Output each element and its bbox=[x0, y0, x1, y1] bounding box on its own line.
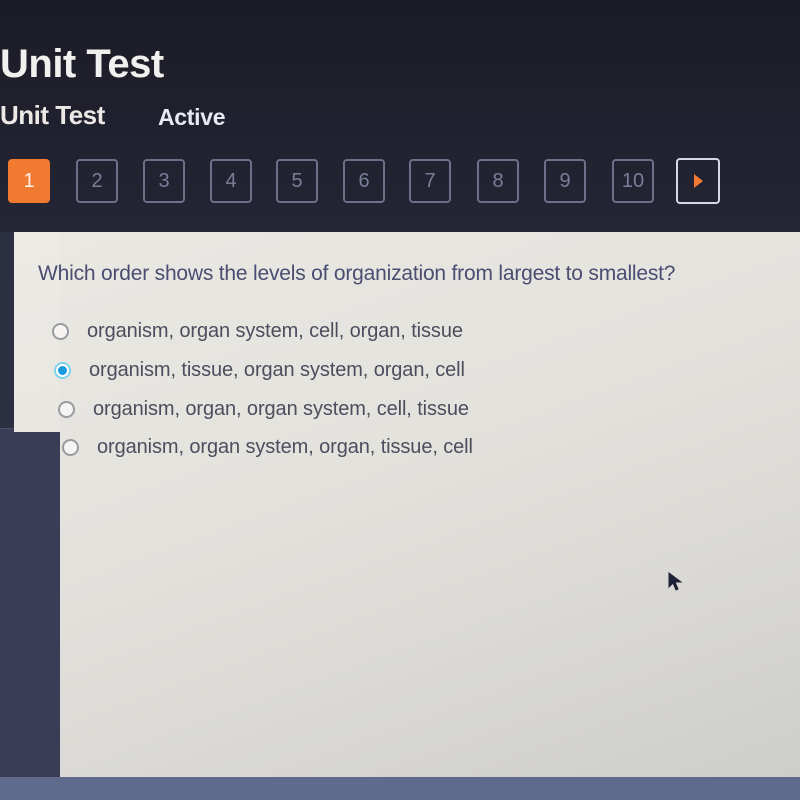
question-number: 3 bbox=[158, 169, 170, 192]
question-number: 6 bbox=[358, 169, 370, 192]
question-button-2[interactable]: 2 bbox=[76, 159, 118, 203]
next-question-button[interactable] bbox=[676, 158, 720, 204]
question-button-7[interactable]: 7 bbox=[409, 159, 451, 203]
activity-subtitle: Unit Test bbox=[0, 100, 105, 130]
question-button-9[interactable]: 9 bbox=[544, 159, 586, 203]
radio-button-unselected[interactable] bbox=[62, 439, 79, 456]
answer-option-3[interactable]: organism, organ, organ system, cell, tis… bbox=[58, 398, 469, 421]
question-number: 9 bbox=[559, 169, 571, 192]
play-arrow-icon bbox=[693, 174, 703, 188]
question-panel bbox=[60, 232, 800, 777]
question-button-10[interactable]: 10 bbox=[612, 159, 654, 203]
radio-button-unselected[interactable] bbox=[58, 401, 75, 418]
question-text: Which order shows the levels of organiza… bbox=[38, 262, 676, 285]
answer-option-label: organism, organ, organ system, cell, tis… bbox=[93, 398, 469, 420]
radio-button-selected[interactable] bbox=[54, 362, 71, 379]
question-button-3[interactable]: 3 bbox=[143, 159, 185, 203]
mouse-cursor-icon bbox=[668, 572, 683, 591]
bottom-bar bbox=[0, 777, 800, 800]
question-number: 4 bbox=[225, 169, 237, 192]
question-button-8[interactable]: 8 bbox=[477, 159, 519, 203]
status-label: Active bbox=[158, 104, 226, 130]
answer-option-label: organism, organ system, organ, tissue, c… bbox=[97, 436, 473, 458]
question-number: 2 bbox=[91, 169, 103, 192]
question-button-5[interactable]: 5 bbox=[276, 159, 318, 203]
question-button-4[interactable]: 4 bbox=[210, 159, 252, 203]
answer-option-label: organism, organ system, cell, organ, tis… bbox=[87, 320, 463, 342]
answer-option-2[interactable]: organism, tissue, organ system, organ, c… bbox=[54, 359, 465, 382]
question-button-1[interactable]: 1 bbox=[8, 159, 50, 203]
radio-button-unselected[interactable] bbox=[52, 323, 69, 340]
question-number: 1 bbox=[23, 169, 35, 192]
answer-option-label: organism, tissue, organ system, organ, c… bbox=[89, 359, 465, 381]
page-title: Unit Test bbox=[0, 42, 164, 86]
question-number: 8 bbox=[492, 169, 504, 192]
question-number: 7 bbox=[424, 169, 436, 192]
question-button-6[interactable]: 6 bbox=[343, 159, 385, 203]
question-number: 5 bbox=[291, 169, 303, 192]
question-number: 10 bbox=[621, 169, 645, 192]
answer-option-4[interactable]: organism, organ system, organ, tissue, c… bbox=[62, 436, 473, 459]
answer-option-1[interactable]: organism, organ system, cell, organ, tis… bbox=[52, 320, 463, 343]
